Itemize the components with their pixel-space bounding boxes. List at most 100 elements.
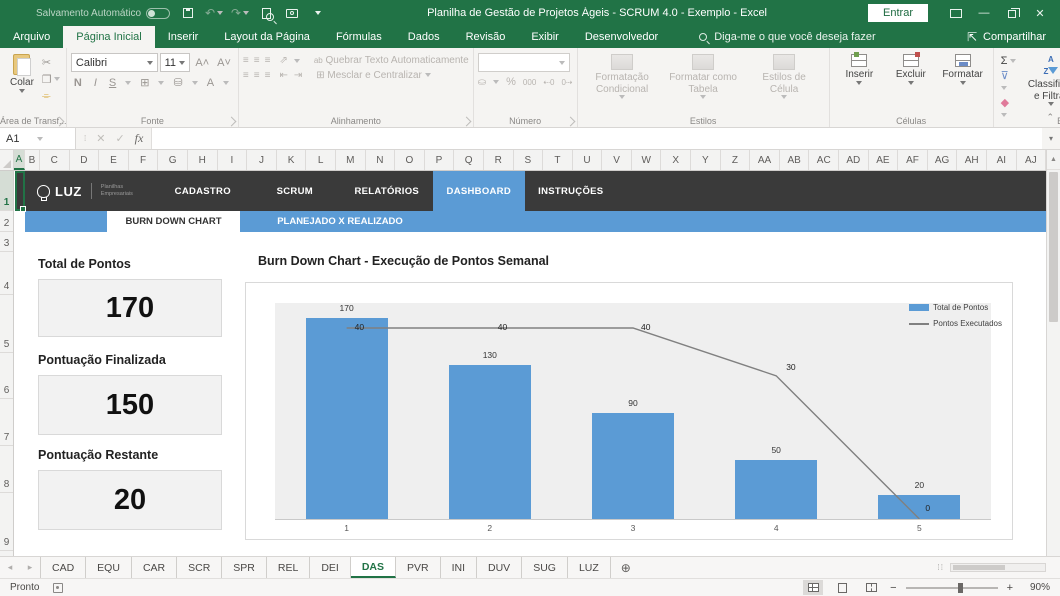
conditional-formatting-button[interactable]: Formatação Condicional xyxy=(582,51,663,113)
formula-input[interactable] xyxy=(152,128,1042,149)
tab-splitter-icon[interactable]: ⁞⁞ xyxy=(938,563,944,572)
percent-style-icon[interactable]: % xyxy=(506,76,516,88)
column-header-C[interactable]: C xyxy=(40,150,70,170)
camera-icon[interactable] xyxy=(284,5,300,21)
align-bottom-icon[interactable]: ≡ xyxy=(265,55,270,66)
row-header-9[interactable]: 9 xyxy=(0,493,13,551)
column-header-AD[interactable]: AD xyxy=(839,150,869,170)
column-header-O[interactable]: O xyxy=(395,150,425,170)
column-header-L[interactable]: L xyxy=(306,150,336,170)
autosave-toggle[interactable]: Salvamento Automático xyxy=(6,8,170,19)
column-header-G[interactable]: G xyxy=(158,150,188,170)
decrease-indent-icon[interactable]: ⇤ xyxy=(279,70,287,81)
ribbon-tab-inserir[interactable]: Inserir xyxy=(155,26,212,48)
selected-cell-a1[interactable] xyxy=(15,171,25,211)
column-header-A[interactable]: A xyxy=(14,150,25,170)
borders-icon[interactable]: ⊞ xyxy=(137,76,152,89)
restore-button[interactable] xyxy=(998,2,1026,24)
ribbon-tab-exibir[interactable]: Exibir xyxy=(518,26,572,48)
scroll-up-icon[interactable]: ▲ xyxy=(1047,150,1060,170)
sheet-tab-sug[interactable]: SUG xyxy=(522,557,568,578)
ribbon-tab-desenvolvedor[interactable]: Desenvolvedor xyxy=(572,26,671,48)
ribbon-tab-formulas[interactable]: Fórmulas xyxy=(323,26,395,48)
sheet-tab-das[interactable]: DAS xyxy=(351,557,396,578)
row-header-6[interactable]: 6 xyxy=(0,353,13,399)
ribbon-tab-pagina-inicial[interactable]: Página Inicial xyxy=(63,26,154,48)
column-header-Q[interactable]: Q xyxy=(454,150,484,170)
column-header-P[interactable]: P xyxy=(425,150,455,170)
horizontal-scroll-thumb[interactable] xyxy=(953,565,1005,570)
insert-function-icon[interactable]: fx xyxy=(135,131,144,146)
ribbon-tab-layout-da-pagina[interactable]: Layout da Página xyxy=(211,26,323,48)
page-layout-view-button[interactable] xyxy=(832,580,852,595)
row-header-3[interactable]: 3 xyxy=(0,232,13,252)
cut-icon[interactable]: ✂ xyxy=(42,55,60,69)
sort-filter-button[interactable]: AZ Classificar e Filtrar xyxy=(1020,51,1060,113)
sheet-tab-dei[interactable]: DEI xyxy=(310,557,351,578)
confirm-entry-icon[interactable]: ✓ xyxy=(115,132,124,145)
merge-center-button[interactable]: ⊞ Mesclar e Centralizar xyxy=(316,70,430,81)
decrease-font-icon[interactable]: A˅ xyxy=(214,57,234,69)
fill-icon[interactable]: ⊽ xyxy=(1001,69,1017,94)
zoom-slider[interactable] xyxy=(906,587,998,589)
subtab-planejado-x-realizado[interactable]: PLANEJADO X REALIZADO xyxy=(240,211,440,232)
column-header-AG[interactable]: AG xyxy=(928,150,958,170)
column-header-W[interactable]: W xyxy=(632,150,662,170)
zoom-out-button[interactable]: − xyxy=(890,582,896,594)
redo-icon[interactable]: ↷ xyxy=(232,5,248,21)
normal-view-button[interactable] xyxy=(803,580,823,595)
row-header-1[interactable]: 1 xyxy=(0,171,13,211)
autosum-icon[interactable]: Σ xyxy=(1001,55,1017,67)
column-header-B[interactable]: B xyxy=(25,150,40,170)
align-center-icon[interactable]: ≡ xyxy=(254,70,259,81)
row-header-5[interactable]: 5 xyxy=(0,295,13,353)
orientation-icon[interactable]: ⇗ xyxy=(279,55,287,66)
name-box[interactable]: A1 xyxy=(0,128,76,149)
ribbon-tab-dados[interactable]: Dados xyxy=(395,26,453,48)
row-header-7[interactable]: 7 xyxy=(0,399,13,446)
increase-decimal-icon[interactable]: ⇠0 xyxy=(543,78,554,87)
sheet-tab-pvr[interactable]: PVR xyxy=(396,557,441,578)
font-name-select[interactable]: Calibri xyxy=(71,53,158,72)
share-button[interactable]: ⇱ Compartilhar xyxy=(967,26,1060,48)
column-header-N[interactable]: N xyxy=(366,150,396,170)
accounting-format-icon[interactable]: ⛀ xyxy=(478,77,486,88)
column-header-H[interactable]: H xyxy=(188,150,218,170)
column-header-S[interactable]: S xyxy=(514,150,544,170)
zoom-percentage[interactable]: 90% xyxy=(1022,582,1050,593)
row-header-8[interactable]: 8 xyxy=(0,446,13,493)
column-header-AA[interactable]: AA xyxy=(750,150,780,170)
column-header-AC[interactable]: AC xyxy=(809,150,839,170)
sheet-tab-spr[interactable]: SPR xyxy=(222,557,267,578)
align-middle-icon[interactable]: ≡ xyxy=(254,55,259,66)
decrease-decimal-icon[interactable]: 0⇢ xyxy=(561,78,572,87)
column-header-AI[interactable]: AI xyxy=(987,150,1017,170)
bold-button[interactable]: N xyxy=(71,77,85,89)
nav-item-dashboard[interactable]: DASHBOARD xyxy=(433,171,525,211)
expand-formula-bar-icon[interactable]: ▾ xyxy=(1042,128,1060,149)
sheet-tab-equ[interactable]: EQU xyxy=(86,557,132,578)
column-header-AB[interactable]: AB xyxy=(780,150,810,170)
align-left-icon[interactable]: ≡ xyxy=(243,70,248,81)
number-format-select[interactable] xyxy=(478,53,570,72)
burndown-chart[interactable]: 170130905020404040300 12345 Total de Pon… xyxy=(245,282,1013,540)
column-header-Y[interactable]: Y xyxy=(691,150,721,170)
select-all-button[interactable] xyxy=(0,150,14,170)
collapse-ribbon-icon[interactable]: ⌃ xyxy=(1046,112,1054,123)
format-cells-button[interactable]: Formatar xyxy=(937,51,989,113)
underline-caret-icon[interactable] xyxy=(125,81,131,85)
sheet-tab-scr[interactable]: SCR xyxy=(177,557,222,578)
subtab-burn-down-chart[interactable]: BURN DOWN CHART xyxy=(107,211,240,232)
column-header-AF[interactable]: AF xyxy=(898,150,928,170)
column-header-J[interactable]: J xyxy=(247,150,277,170)
column-header-U[interactable]: U xyxy=(573,150,603,170)
row-header-2[interactable]: 2 xyxy=(0,211,13,232)
ribbon-tab-revisao[interactable]: Revisão xyxy=(453,26,519,48)
undo-icon[interactable]: ↶ xyxy=(206,5,222,21)
copy-icon[interactable]: ❐ xyxy=(42,72,60,86)
underline-button[interactable]: S xyxy=(106,77,119,89)
sheet-tab-rel[interactable]: REL xyxy=(267,557,310,578)
insert-cells-button[interactable]: Inserir xyxy=(834,51,886,113)
column-header-E[interactable]: E xyxy=(99,150,129,170)
sheet-tab-ini[interactable]: INI xyxy=(441,557,477,578)
